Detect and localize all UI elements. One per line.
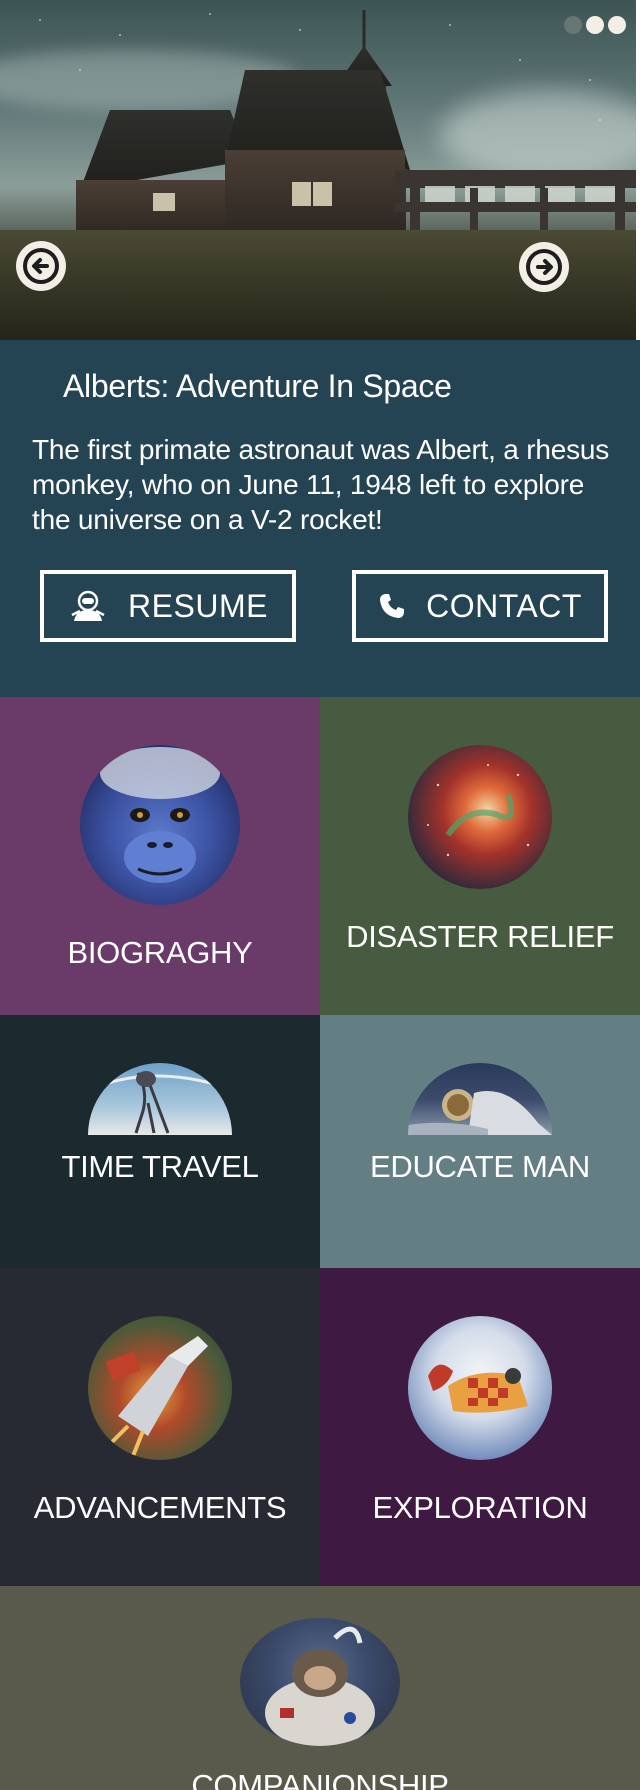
monkey-astronaut-image bbox=[240, 1618, 400, 1746]
slider-dot-3[interactable] bbox=[608, 16, 626, 34]
tile-educate-man[interactable]: EDUCATE MAN bbox=[320, 1015, 640, 1268]
tile-label: EDUCATE MAN bbox=[369, 1149, 591, 1184]
hero-edge bbox=[636, 0, 640, 340]
tile-label: ADVANCEMENTS bbox=[33, 1490, 287, 1525]
tile-label: DISASTER RELIEF bbox=[346, 919, 614, 954]
astronaut-icon bbox=[71, 590, 105, 621]
arrow-circle-right-icon bbox=[526, 249, 562, 285]
tile-label: TIME TRAVEL bbox=[61, 1149, 259, 1184]
resume-button[interactable]: RESUME bbox=[40, 570, 296, 642]
page-title: Alberts: Adventure In Space bbox=[63, 368, 452, 404]
contact-button[interactable]: CONTACT bbox=[352, 570, 608, 642]
slider-dot-2[interactable] bbox=[586, 16, 604, 34]
slider-prev-button[interactable] bbox=[16, 241, 66, 291]
hero-slider bbox=[0, 0, 640, 340]
tile-disaster-relief[interactable]: DISASTER RELIEF bbox=[320, 697, 640, 1015]
intro-section: Alberts: Adventure In Space The first pr… bbox=[0, 340, 640, 697]
tile-biography[interactable]: BIOGRAGHY bbox=[0, 697, 320, 1015]
contact-label: CONTACT bbox=[426, 587, 582, 624]
page: Alberts: Adventure In Space The first pr… bbox=[0, 0, 640, 1790]
slider-next-button[interactable] bbox=[519, 242, 569, 292]
retro-rover-image bbox=[408, 1316, 552, 1460]
alien-walker-image bbox=[88, 1063, 232, 1135]
slider-pagination bbox=[564, 16, 626, 34]
nebula-image bbox=[408, 745, 552, 889]
tile-advancements[interactable]: ADVANCEMENTS bbox=[0, 1268, 320, 1586]
intro-description: The first primate astronaut was Albert, … bbox=[32, 434, 610, 535]
phone-icon bbox=[380, 594, 405, 618]
tile-exploration[interactable]: EXPLORATION bbox=[320, 1268, 640, 1586]
tile-label: COMPANIONSHIP bbox=[191, 1768, 449, 1790]
tile-time-travel[interactable]: TIME TRAVEL bbox=[0, 1015, 320, 1268]
space-fighter-image bbox=[88, 1316, 232, 1460]
tile-label: EXPLORATION bbox=[372, 1490, 588, 1525]
arrow-circle-left-icon bbox=[23, 248, 59, 284]
tile-label: BIOGRAGHY bbox=[67, 935, 253, 970]
tile-companionship[interactable]: COMPANIONSHIP bbox=[0, 1586, 640, 1790]
astronaut-moon-image bbox=[408, 1063, 552, 1135]
resume-label: RESUME bbox=[128, 587, 268, 624]
chimpanzee-image bbox=[80, 745, 240, 905]
slider-dot-1[interactable] bbox=[564, 16, 582, 34]
